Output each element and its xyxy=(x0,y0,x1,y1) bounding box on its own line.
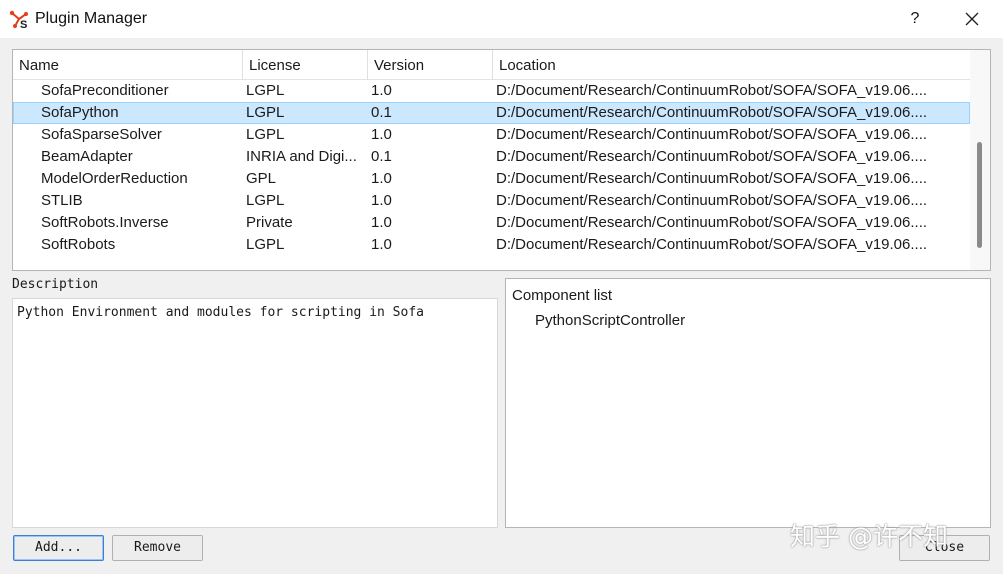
description-box: Python Environment and modules for scrip… xyxy=(12,298,498,528)
plugin-license: LGPL xyxy=(246,104,285,121)
description-text: Python Environment and modules for scrip… xyxy=(17,305,424,320)
component-list-title: Component list xyxy=(512,287,613,304)
table-row[interactable]: SoftRobots LGPL 1.0 D:/Document/Research… xyxy=(13,234,970,256)
plugin-name: SoftRobots xyxy=(41,236,116,253)
plugin-version: 1.0 xyxy=(371,126,392,143)
plugin-version: 0.1 xyxy=(371,148,392,165)
column-header-version[interactable]: Version xyxy=(368,50,493,80)
plugin-location: D:/Document/Research/ContinuumRobot/SOFA… xyxy=(496,214,928,231)
close-icon xyxy=(965,12,979,26)
help-button[interactable]: ? xyxy=(897,4,933,34)
component-list-panel: Component list PythonScriptController xyxy=(505,278,991,528)
table-header: Name License Version Location xyxy=(13,50,970,80)
plugin-version: 1.0 xyxy=(371,214,392,231)
column-header-name[interactable]: Name xyxy=(13,50,243,80)
table-row[interactable]: STLIB LGPL 1.0 D:/Document/Research/Cont… xyxy=(13,190,970,212)
plugin-license: LGPL xyxy=(246,82,285,99)
table-row[interactable]: BeamAdapter INRIA and Digi... 0.1 D:/Doc… xyxy=(13,146,970,168)
plugin-location: D:/Document/Research/ContinuumRobot/SOFA… xyxy=(496,170,928,187)
plugin-license: INRIA and Digi... xyxy=(246,148,357,165)
plugin-name: SofaPreconditioner xyxy=(41,82,169,99)
plugin-location: D:/Document/Research/ContinuumRobot/SOFA… xyxy=(496,192,928,209)
plugin-version: 1.0 xyxy=(371,192,392,209)
plugins-table[interactable]: Name License Version Location SofaPrecon… xyxy=(12,49,991,271)
plugin-name: BeamAdapter xyxy=(41,148,133,165)
plugin-license: LGPL xyxy=(246,126,285,143)
add-button[interactable]: Add... xyxy=(13,535,104,561)
table-row[interactable]: ModelOrderReduction GPL 1.0 D:/Document/… xyxy=(13,168,970,190)
table-row[interactable]: SoftRobots.Inverse Private 1.0 D:/Docume… xyxy=(13,212,970,234)
window-close-button[interactable] xyxy=(952,4,992,34)
scrollbar-thumb[interactable] xyxy=(977,142,982,248)
title-bar: S Plugin Manager ? xyxy=(0,0,1003,38)
column-header-license[interactable]: License xyxy=(243,50,368,80)
column-header-location[interactable]: Location xyxy=(493,50,970,80)
plugin-location: D:/Document/Research/ContinuumRobot/SOFA… xyxy=(496,104,928,121)
plugin-license: LGPL xyxy=(246,192,285,209)
plugin-license: Private xyxy=(246,214,293,231)
plugin-name: SofaSparseSolver xyxy=(41,126,162,143)
window-title: Plugin Manager xyxy=(35,10,148,27)
description-label: Description xyxy=(12,277,99,292)
table-vertical-scrollbar[interactable] xyxy=(970,50,990,270)
plugin-location: D:/Document/Research/ContinuumRobot/SOFA… xyxy=(496,126,928,143)
plugin-location: D:/Document/Research/ContinuumRobot/SOFA… xyxy=(496,236,928,253)
plugin-license: GPL xyxy=(246,170,277,187)
sofa-logo-icon: S xyxy=(9,10,28,29)
table-row[interactable]: SofaPreconditioner LGPL 1.0 D:/Document/… xyxy=(13,80,970,102)
plugin-version: 1.0 xyxy=(371,170,392,187)
plugin-name: STLIB xyxy=(41,192,83,209)
table-row[interactable]: SofaSparseSolver LGPL 1.0 D:/Document/Re… xyxy=(13,124,970,146)
plugin-name: ModelOrderReduction xyxy=(41,170,188,187)
plugin-name: SoftRobots.Inverse xyxy=(41,214,169,231)
component-item[interactable]: PythonScriptController xyxy=(535,312,685,329)
plugin-location: D:/Document/Research/ContinuumRobot/SOFA… xyxy=(496,148,928,165)
plugin-name: SofaPython xyxy=(41,104,119,121)
plugin-location: D:/Document/Research/ContinuumRobot/SOFA… xyxy=(496,82,928,99)
watermark: 知乎 @许不知 xyxy=(790,522,948,551)
svg-text:S: S xyxy=(20,19,27,29)
plugin-version: 1.0 xyxy=(371,82,392,99)
table-row-selected[interactable]: SofaPython LGPL 0.1 D:/Document/Research… xyxy=(13,102,970,124)
plugin-license: LGPL xyxy=(246,236,285,253)
plugin-version: 0.1 xyxy=(371,104,392,121)
remove-button[interactable]: Remove xyxy=(112,535,203,561)
plugin-version: 1.0 xyxy=(371,236,392,253)
